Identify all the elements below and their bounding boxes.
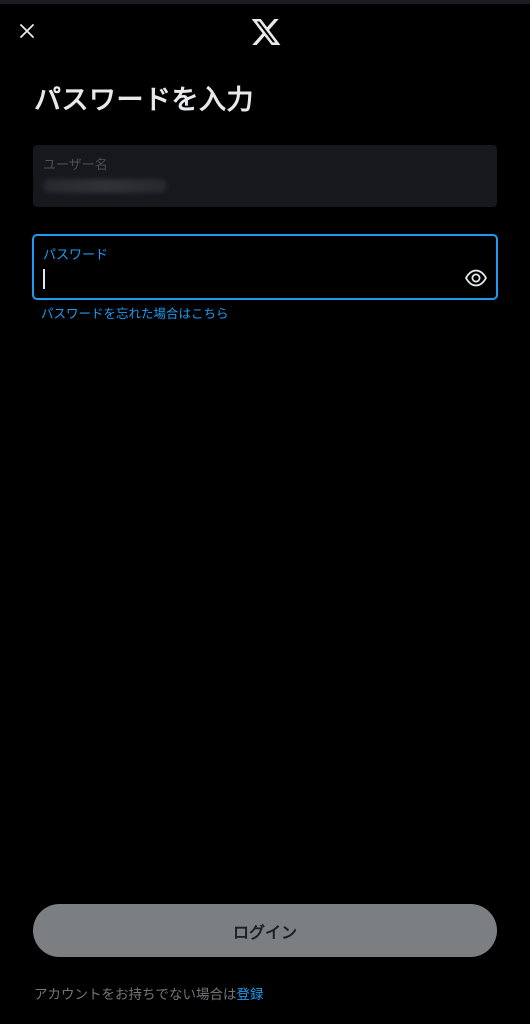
- text-caret: [43, 269, 45, 289]
- username-field: ユーザー名: [33, 145, 497, 207]
- top-edge-bar: [0, 0, 530, 4]
- close-icon: [20, 24, 34, 38]
- page-title: パスワードを入力: [34, 85, 254, 116]
- x-logo-icon: [251, 19, 281, 45]
- close-button[interactable]: [14, 18, 40, 44]
- login-button[interactable]: ログイン: [33, 904, 497, 957]
- no-account-text: アカウントをお持ちでない場合は: [34, 987, 237, 1003]
- password-field[interactable]: パスワード: [32, 234, 498, 300]
- password-input[interactable]: [41, 266, 455, 292]
- username-value-redacted: [43, 179, 167, 193]
- password-label: パスワード: [43, 248, 109, 263]
- forgot-password-link[interactable]: パスワードを忘れた場合はこちら: [41, 303, 229, 322]
- signup-link[interactable]: 登録: [237, 987, 264, 1003]
- show-password-toggle[interactable]: [462, 264, 490, 292]
- signup-prompt: アカウントをお持ちでない場合は登録: [34, 983, 264, 1003]
- eye-icon: [464, 269, 488, 287]
- username-label: ユーザー名: [43, 158, 108, 173]
